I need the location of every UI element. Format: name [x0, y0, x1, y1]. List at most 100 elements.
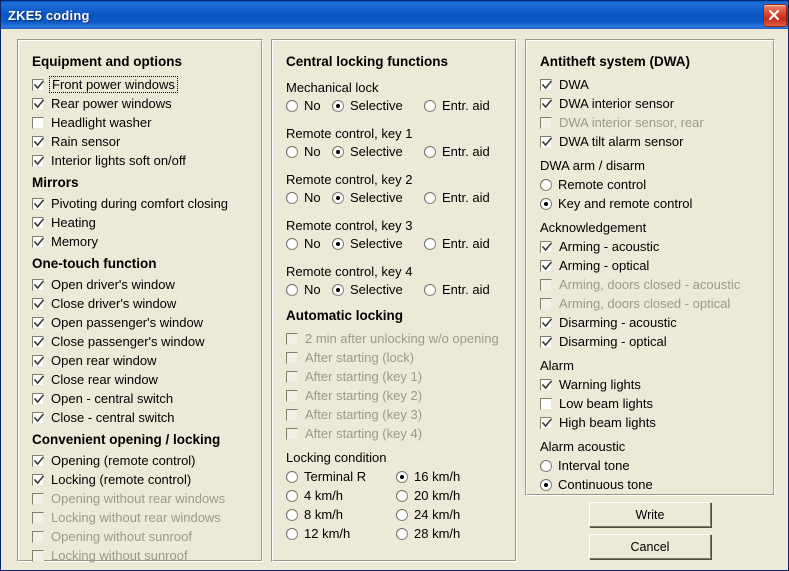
checkbox-dwa-1[interactable]: DWA interior sensor — [540, 97, 674, 110]
checkbox-box[interactable] — [540, 416, 552, 429]
radio-circle[interactable] — [424, 99, 436, 112]
cancel-button[interactable]: Cancel — [589, 534, 711, 559]
radio-circle[interactable] — [396, 489, 408, 502]
checkbox-equipment-2[interactable]: Headlight washer — [32, 116, 151, 129]
checkbox-box[interactable] — [32, 392, 44, 405]
checkbox-box[interactable] — [32, 549, 44, 562]
radio-circle[interactable] — [424, 191, 436, 204]
checkbox-box[interactable] — [32, 373, 44, 386]
radio-circle[interactable] — [286, 145, 298, 158]
checkbox-onetouch-4[interactable]: Open rear window — [32, 354, 157, 367]
checkbox-convenient-0[interactable]: Opening (remote control) — [32, 454, 196, 467]
checkbox-box[interactable] — [540, 97, 552, 110]
checkbox-box[interactable] — [32, 492, 44, 505]
checkbox-onetouch-6[interactable]: Open - central switch — [32, 392, 173, 405]
radio-2-0[interactable]: No — [286, 191, 321, 204]
radio-circle[interactable] — [332, 237, 344, 250]
checkbox-box[interactable] — [286, 332, 298, 345]
radio-2-1[interactable]: Selective — [332, 191, 403, 204]
radio-2-2[interactable]: Entr. aid — [424, 191, 490, 204]
checkbox-box[interactable] — [32, 197, 44, 210]
radio-circle[interactable] — [286, 99, 298, 112]
radio-3-2[interactable]: Entr. aid — [424, 237, 490, 250]
checkbox-box[interactable] — [32, 511, 44, 524]
checkbox-box[interactable] — [32, 216, 44, 229]
radio-0-1[interactable]: Selective — [332, 99, 403, 112]
radio-circle[interactable] — [286, 527, 298, 540]
checkbox-box[interactable] — [540, 335, 552, 348]
radio-locking-cond-c2-0[interactable]: 16 km/h — [396, 470, 460, 483]
checkbox-box[interactable] — [32, 297, 44, 310]
radio-circle[interactable] — [286, 470, 298, 483]
checkbox-mirrors-0[interactable]: Pivoting during comfort closing — [32, 197, 228, 210]
checkbox-convenient-3[interactable]: Locking without rear windows — [32, 511, 221, 524]
checkbox-convenient-2[interactable]: Opening without rear windows — [32, 492, 225, 505]
radio-3-1[interactable]: Selective — [332, 237, 403, 250]
checkbox-automatic-2[interactable]: After starting (key 1) — [286, 370, 422, 383]
close-button[interactable] — [763, 4, 787, 27]
checkbox-box[interactable] — [540, 240, 552, 253]
checkbox-box[interactable] — [286, 389, 298, 402]
checkbox-box[interactable] — [32, 78, 44, 91]
checkbox-alarm-1[interactable]: Low beam lights — [540, 397, 653, 410]
radio-locking-cond-c1-3[interactable]: 12 km/h — [286, 527, 350, 540]
checkbox-box[interactable] — [32, 97, 44, 110]
radio-1-1[interactable]: Selective — [332, 145, 403, 158]
checkbox-equipment-4[interactable]: Interior lights soft on/off — [32, 154, 186, 167]
radio-circle[interactable] — [332, 191, 344, 204]
checkbox-box[interactable] — [32, 411, 44, 424]
checkbox-convenient-1[interactable]: Locking (remote control) — [32, 473, 191, 486]
radio-locking-cond-c2-2[interactable]: 24 km/h — [396, 508, 460, 521]
checkbox-box[interactable] — [540, 78, 552, 91]
checkbox-box[interactable] — [32, 316, 44, 329]
radio-locking-cond-c2-3[interactable]: 28 km/h — [396, 527, 460, 540]
checkbox-box[interactable] — [540, 116, 552, 129]
checkbox-automatic-5[interactable]: After starting (key 4) — [286, 427, 422, 440]
radio-circle[interactable] — [540, 197, 552, 210]
checkbox-onetouch-7[interactable]: Close - central switch — [32, 411, 175, 424]
radio-circle[interactable] — [332, 145, 344, 158]
radio-circle[interactable] — [332, 99, 344, 112]
checkbox-box[interactable] — [32, 454, 44, 467]
checkbox-onetouch-1[interactable]: Close driver's window — [32, 297, 176, 310]
checkbox-onetouch-5[interactable]: Close rear window — [32, 373, 158, 386]
radio-arm-0[interactable]: Remote control — [540, 178, 646, 191]
checkbox-box[interactable] — [540, 316, 552, 329]
checkbox-box[interactable] — [32, 116, 44, 129]
radio-4-0[interactable]: No — [286, 283, 321, 296]
radio-locking-cond-c2-1[interactable]: 20 km/h — [396, 489, 460, 502]
radio-arm-1[interactable]: Key and remote control — [540, 197, 692, 210]
radio-1-0[interactable]: No — [286, 145, 321, 158]
checkbox-equipment-0[interactable]: Front power windows — [32, 76, 178, 93]
checkbox-box[interactable] — [32, 354, 44, 367]
radio-circle[interactable] — [396, 470, 408, 483]
radio-circle[interactable] — [286, 237, 298, 250]
checkbox-alarm-2[interactable]: High beam lights — [540, 416, 656, 429]
checkbox-onetouch-2[interactable]: Open passenger's window — [32, 316, 203, 329]
write-button[interactable]: Write — [589, 502, 711, 527]
checkbox-box[interactable] — [286, 370, 298, 383]
radio-circle[interactable] — [424, 283, 436, 296]
checkbox-box[interactable] — [540, 378, 552, 391]
radio-circle[interactable] — [540, 459, 552, 472]
checkbox-box[interactable] — [286, 351, 298, 364]
checkbox-ack-4[interactable]: Disarming - acoustic — [540, 316, 677, 329]
radio-circle[interactable] — [424, 145, 436, 158]
checkbox-dwa-3[interactable]: DWA tilt alarm sensor — [540, 135, 684, 148]
checkbox-box[interactable] — [32, 154, 44, 167]
checkbox-equipment-3[interactable]: Rain sensor — [32, 135, 120, 148]
checkbox-dwa-2[interactable]: DWA interior sensor, rear — [540, 116, 704, 129]
checkbox-box[interactable] — [32, 473, 44, 486]
checkbox-box[interactable] — [540, 278, 552, 291]
checkbox-box[interactable] — [540, 259, 552, 272]
radio-acoustic-1[interactable]: Continuous tone — [540, 478, 653, 491]
checkbox-ack-0[interactable]: Arming - acoustic — [540, 240, 659, 253]
checkbox-alarm-0[interactable]: Warning lights — [540, 378, 641, 391]
radio-3-0[interactable]: No — [286, 237, 321, 250]
radio-circle[interactable] — [286, 489, 298, 502]
radio-locking-cond-c1-1[interactable]: 4 km/h — [286, 489, 343, 502]
checkbox-equipment-1[interactable]: Rear power windows — [32, 97, 172, 110]
radio-circle[interactable] — [540, 478, 552, 491]
radio-locking-cond-c1-2[interactable]: 8 km/h — [286, 508, 343, 521]
checkbox-ack-3[interactable]: Arming, doors closed - optical — [540, 297, 730, 310]
